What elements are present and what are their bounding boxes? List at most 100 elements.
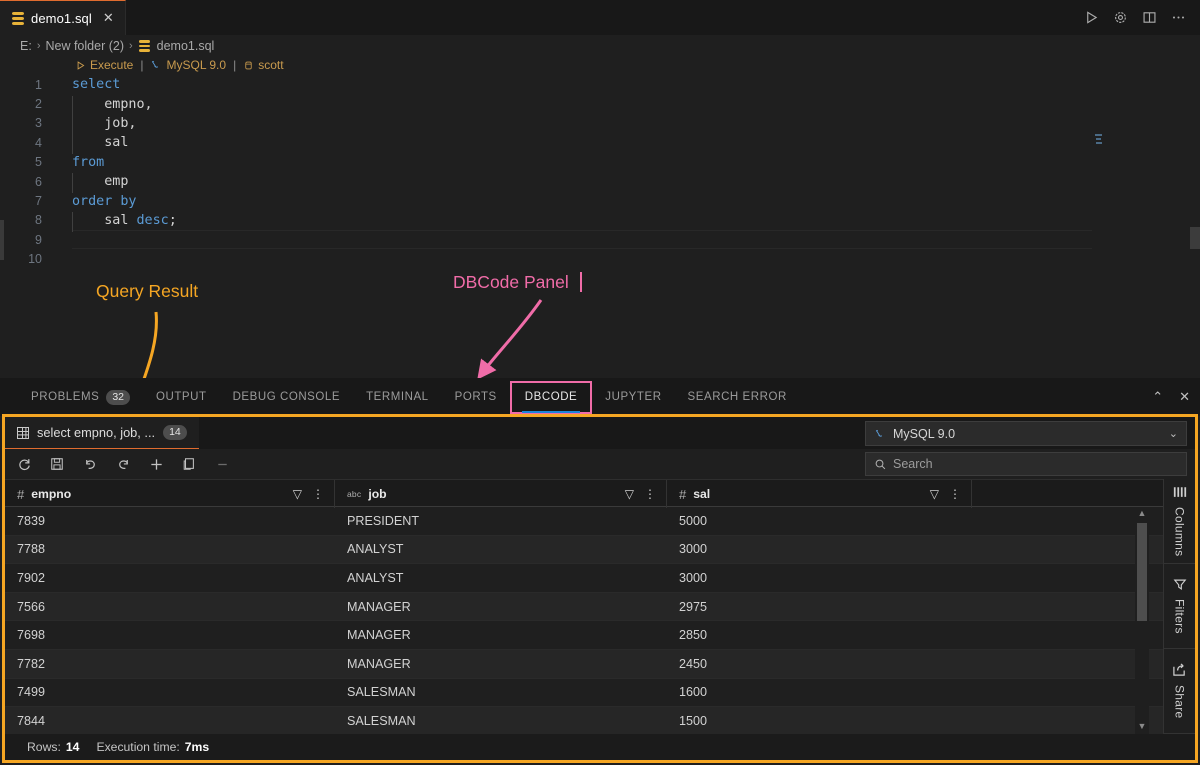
table-cell[interactable]: 7698 xyxy=(5,628,335,642)
scroll-up-arrow-icon[interactable]: ▲ xyxy=(1135,507,1149,519)
table-cell[interactable]: 1500 xyxy=(667,714,972,728)
panel-collapse-icon[interactable]: ⌃ xyxy=(1152,389,1163,405)
table-cell[interactable]: 1600 xyxy=(667,685,972,699)
panel-tab-debug-console[interactable]: DEBUG CONSOLE xyxy=(220,378,353,416)
table-cell[interactable]: ANALYST xyxy=(335,542,667,556)
editor-tab-label: demo1.sql xyxy=(31,11,92,26)
panel-tab-jupyter[interactable]: JUPYTER xyxy=(592,378,674,416)
code-editor[interactable]: 1select2 empno,3 job,4 sal5from6 emp7ord… xyxy=(0,75,1200,375)
grid-header-row: # empno ▽ ⋮ abc job ▽ ⋮ # xyxy=(5,479,1195,507)
connection-select[interactable]: MySQL 9.0 ⌄ xyxy=(865,421,1187,446)
table-row[interactable]: 7788ANALYST3000 xyxy=(5,536,1195,565)
scrollbar-thumb[interactable] xyxy=(1137,523,1147,621)
split-editor-icon[interactable] xyxy=(1142,10,1157,25)
rail-item-share[interactable]: Share xyxy=(1164,649,1195,734)
table-cell[interactable]: 3000 xyxy=(667,571,972,585)
table-cell[interactable]: MANAGER xyxy=(335,657,667,671)
column-filter-icon[interactable]: ▽ xyxy=(625,487,634,501)
table-row[interactable]: 7698MANAGER2850 xyxy=(5,621,1195,650)
share-icon xyxy=(1172,663,1187,677)
duplicate-row-icon[interactable] xyxy=(176,452,202,476)
number-type-icon: # xyxy=(679,487,686,502)
table-cell[interactable]: 5000 xyxy=(667,514,972,528)
dbcode-panel: select empno, job, ... 14 MySQL 9.0 ⌄ Se… xyxy=(2,414,1198,763)
undo-icon[interactable] xyxy=(77,452,103,476)
result-tab-query[interactable]: select empno, job, ... 14 xyxy=(5,417,199,449)
panel-tab-search-error[interactable]: SEARCH ERROR xyxy=(675,378,800,416)
code-line: 4 sal xyxy=(0,133,1200,152)
columns-icon xyxy=(1173,486,1187,499)
table-row[interactable]: 7844SALESMAN1500 xyxy=(5,707,1195,734)
result-search-box[interactable]: Search xyxy=(865,452,1187,476)
table-cell[interactable]: 2850 xyxy=(667,628,972,642)
save-icon[interactable] xyxy=(44,452,70,476)
breadcrumb-drive[interactable]: E: xyxy=(20,39,32,53)
table-cell[interactable]: ANALYST xyxy=(335,571,667,585)
table-cell[interactable]: MANAGER xyxy=(335,628,667,642)
settings-gear-icon[interactable] xyxy=(1113,10,1128,25)
close-icon[interactable]: ✕ xyxy=(103,10,114,26)
table-cell[interactable]: 2450 xyxy=(667,657,972,671)
refresh-icon[interactable] xyxy=(11,452,37,476)
run-icon[interactable] xyxy=(1084,10,1099,25)
code-text: emp xyxy=(44,174,128,189)
panel-tab-problems[interactable]: PROBLEMS32 xyxy=(18,378,143,416)
user-label: scott xyxy=(258,58,283,72)
add-row-icon[interactable] xyxy=(143,452,169,476)
panel-tab-dbcode[interactable]: DBCODE xyxy=(512,383,591,412)
table-row[interactable]: 7499SALESMAN1600 xyxy=(5,679,1195,708)
grid-vertical-scrollbar[interactable]: ▲ ▼ xyxy=(1135,507,1149,734)
column-filter-icon[interactable]: ▽ xyxy=(930,487,939,501)
table-cell[interactable]: 3000 xyxy=(667,542,972,556)
rail-item-filters[interactable]: Filters xyxy=(1164,564,1195,649)
code-token: desc xyxy=(137,213,169,228)
breadcrumb-file[interactable]: demo1.sql xyxy=(157,39,215,53)
panel-tab-ports[interactable]: PORTS xyxy=(442,378,510,416)
result-toolbar-buttons xyxy=(5,452,235,476)
panel-tab-output[interactable]: OUTPUT xyxy=(143,378,220,416)
table-row[interactable]: 7566MANAGER2975 xyxy=(5,593,1195,622)
execute-codelens-button[interactable]: Execute xyxy=(75,58,133,72)
database-icon xyxy=(12,12,24,25)
table-row[interactable]: 7839PRESIDENT5000 xyxy=(5,507,1195,536)
delete-row-icon[interactable] xyxy=(209,452,235,476)
code-token: emp xyxy=(72,174,128,189)
table-cell[interactable]: 2975 xyxy=(667,600,972,614)
table-row[interactable]: 7902ANALYST3000 xyxy=(5,564,1195,593)
scroll-down-arrow-icon[interactable]: ▼ xyxy=(1135,720,1149,732)
table-cell[interactable]: 7566 xyxy=(5,600,335,614)
redo-icon[interactable] xyxy=(110,452,136,476)
panel-close-icon[interactable]: ✕ xyxy=(1179,389,1190,405)
grid-header-empno[interactable]: # empno ▽ ⋮ xyxy=(5,480,335,508)
code-text: from xyxy=(44,155,104,170)
column-menu-icon[interactable]: ⋮ xyxy=(312,487,324,501)
column-menu-icon[interactable]: ⋮ xyxy=(644,487,656,501)
table-cell[interactable]: 7499 xyxy=(5,685,335,699)
line-number: 7 xyxy=(0,194,44,208)
table-cell[interactable]: 7788 xyxy=(5,542,335,556)
editor-scrollbar-thumb[interactable] xyxy=(1190,227,1200,249)
editor-tab-demo1-sql[interactable]: demo1.sql ✕ xyxy=(0,0,126,35)
breadcrumb-folder[interactable]: New folder (2) xyxy=(45,39,124,53)
table-cell[interactable]: PRESIDENT xyxy=(335,514,667,528)
table-cell[interactable]: 7782 xyxy=(5,657,335,671)
table-cell[interactable]: SALESMAN xyxy=(335,685,667,699)
rows-label: Rows: xyxy=(27,740,61,754)
column-filter-icon[interactable]: ▽ xyxy=(293,487,302,501)
grid-header-label: job xyxy=(368,487,386,501)
table-cell[interactable]: 7844 xyxy=(5,714,335,728)
more-actions-icon[interactable] xyxy=(1171,10,1186,25)
table-cell[interactable]: 7902 xyxy=(5,571,335,585)
table-cell[interactable]: MANAGER xyxy=(335,600,667,614)
driver-codelens-button[interactable]: MySQL 9.0 xyxy=(150,58,226,72)
column-menu-icon[interactable]: ⋮ xyxy=(949,487,961,501)
table-cell[interactable]: 7839 xyxy=(5,514,335,528)
grid-header-sal[interactable]: # sal ▽ ⋮ xyxy=(667,480,972,508)
grid-header-job[interactable]: abc job ▽ ⋮ xyxy=(335,480,667,508)
panel-tab-terminal[interactable]: TERMINAL xyxy=(353,378,442,416)
panel-tab-label: DEBUG CONSOLE xyxy=(233,391,340,403)
rail-item-columns[interactable]: Columns xyxy=(1164,479,1195,564)
table-cell[interactable]: SALESMAN xyxy=(335,714,667,728)
table-row[interactable]: 7782MANAGER2450 xyxy=(5,650,1195,679)
user-codelens-button[interactable]: scott xyxy=(243,58,283,72)
